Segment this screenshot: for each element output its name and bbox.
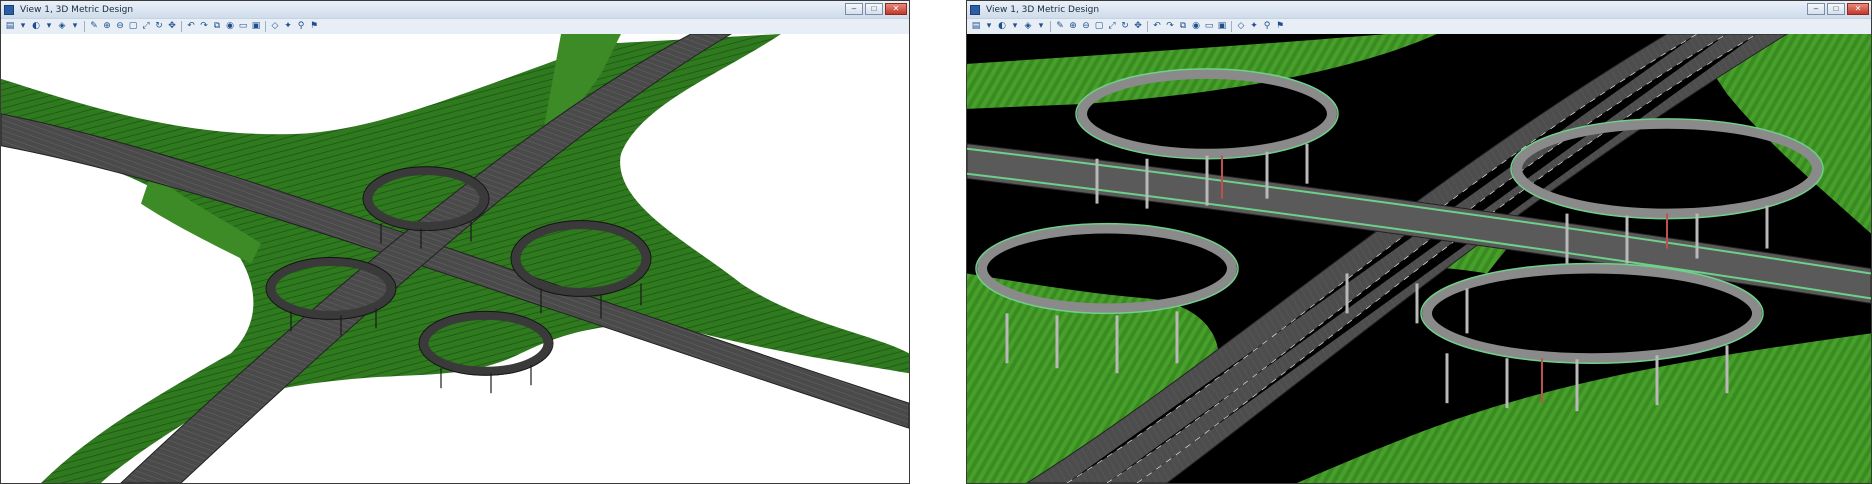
- render-icon[interactable]: ✦: [282, 21, 294, 33]
- view-window-left[interactable]: View 1, 3D Metric Design ‒ □ ✕ ▤ ▾ ◐ ▾ ◈…: [0, 0, 910, 484]
- toolbar-separator: [84, 21, 85, 32]
- display-style-icon[interactable]: ◐: [996, 21, 1008, 33]
- pan-view-icon[interactable]: ✥: [166, 21, 178, 33]
- toolbar-separator: [265, 21, 266, 32]
- interchange-model-render: [967, 34, 1871, 483]
- maximize-button[interactable]: □: [1827, 3, 1845, 15]
- camera-icon[interactable]: ◉: [224, 21, 236, 33]
- zoom-in-icon[interactable]: ⊕: [101, 21, 113, 33]
- app-icon: [4, 4, 14, 15]
- view-attributes-icon[interactable]: ▤: [4, 21, 16, 33]
- zoom-out-icon[interactable]: ⊖: [114, 21, 126, 33]
- window-title: View 1, 3D Metric Design: [986, 4, 1100, 15]
- minimize-button[interactable]: ‒: [1807, 3, 1825, 15]
- view-window-right[interactable]: View 1, 3D Metric Design ‒ □ ✕ ▤ ▾ ◐ ▾ ◈…: [966, 0, 1872, 484]
- display-style-icon[interactable]: ◐: [30, 21, 42, 33]
- 3d-viewport-black[interactable]: [967, 34, 1871, 483]
- dropdown-icon[interactable]: ▾: [983, 21, 995, 33]
- copy-view-icon[interactable]: ⧉: [1177, 21, 1189, 33]
- dropdown-icon[interactable]: ▾: [17, 21, 29, 33]
- iso-view-icon[interactable]: ◇: [269, 21, 281, 33]
- toolbar-separator: [1147, 21, 1148, 32]
- view-previous-icon[interactable]: ↶: [185, 21, 197, 33]
- interchange-model-render: [1, 34, 909, 483]
- view-attributes-icon[interactable]: ▤: [970, 21, 982, 33]
- close-button[interactable]: ✕: [1847, 3, 1869, 15]
- window-title: View 1, 3D Metric Design: [20, 4, 134, 15]
- rotate-view-icon[interactable]: ↻: [1119, 21, 1131, 33]
- dropdown-icon[interactable]: ▾: [43, 21, 55, 33]
- maximize-button[interactable]: □: [865, 3, 883, 15]
- zoom-in-icon[interactable]: ⊕: [1067, 21, 1079, 33]
- view-previous-icon[interactable]: ↶: [1151, 21, 1163, 33]
- walk-icon[interactable]: ⚲: [1261, 21, 1273, 33]
- top-view-icon[interactable]: ▣: [1216, 21, 1228, 33]
- front-view-icon[interactable]: ▭: [1203, 21, 1215, 33]
- toolbar-separator: [1050, 21, 1051, 32]
- camera-icon[interactable]: ◉: [1190, 21, 1202, 33]
- rotate-view-icon[interactable]: ↻: [153, 21, 165, 33]
- toolbar-separator: [1231, 21, 1232, 32]
- clip-volume-icon[interactable]: ◈: [56, 21, 68, 33]
- view-toolbar: ▤ ▾ ◐ ▾ ◈ ▾ ✎ ⊕ ⊖ ▢ ⤢ ↻ ✥ ↶ ↷ ⧉ ◉ ▭ ▣ ◇ …: [967, 18, 1871, 35]
- dropdown-icon[interactable]: ▾: [69, 21, 81, 33]
- window-area-icon[interactable]: ▢: [127, 21, 139, 33]
- render-icon[interactable]: ✦: [1248, 21, 1260, 33]
- iso-view-icon[interactable]: ◇: [1235, 21, 1247, 33]
- fit-view-icon[interactable]: ⤢: [1106, 21, 1118, 33]
- fly-icon[interactable]: ⚑: [308, 21, 320, 33]
- zoom-out-icon[interactable]: ⊖: [1080, 21, 1092, 33]
- front-view-icon[interactable]: ▭: [237, 21, 249, 33]
- clip-volume-icon[interactable]: ◈: [1022, 21, 1034, 33]
- copy-view-icon[interactable]: ⧉: [211, 21, 223, 33]
- pan-view-icon[interactable]: ✥: [1132, 21, 1144, 33]
- walk-icon[interactable]: ⚲: [295, 21, 307, 33]
- fly-icon[interactable]: ⚑: [1274, 21, 1286, 33]
- view-toolbar: ▤ ▾ ◐ ▾ ◈ ▾ ✎ ⊕ ⊖ ▢ ⤢ ↻ ✥ ↶ ↷ ⧉ ◉ ▭ ▣ ◇ …: [1, 18, 909, 35]
- fit-view-icon[interactable]: ⤢: [140, 21, 152, 33]
- toolbar-separator: [181, 21, 182, 32]
- view-next-icon[interactable]: ↷: [1164, 21, 1176, 33]
- dropdown-icon[interactable]: ▾: [1035, 21, 1047, 33]
- 3d-viewport-white[interactable]: [1, 34, 909, 483]
- dropdown-icon[interactable]: ▾: [1009, 21, 1021, 33]
- close-button[interactable]: ✕: [885, 3, 907, 15]
- view-next-icon[interactable]: ↷: [198, 21, 210, 33]
- update-view-icon[interactable]: ✎: [1054, 21, 1066, 33]
- window-area-icon[interactable]: ▢: [1093, 21, 1105, 33]
- minimize-button[interactable]: ‒: [845, 3, 863, 15]
- top-view-icon[interactable]: ▣: [250, 21, 262, 33]
- title-bar[interactable]: View 1, 3D Metric Design ‒ □ ✕: [1, 1, 909, 18]
- app-icon: [970, 4, 980, 15]
- update-view-icon[interactable]: ✎: [88, 21, 100, 33]
- title-bar[interactable]: View 1, 3D Metric Design ‒ □ ✕: [967, 1, 1871, 18]
